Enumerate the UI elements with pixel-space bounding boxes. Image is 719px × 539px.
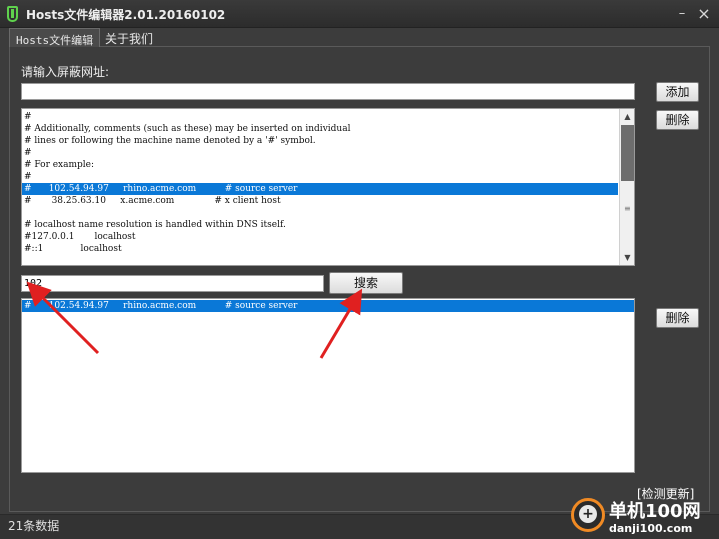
hosts-line[interactable]: # For example: — [22, 159, 618, 171]
hosts-lines: # # Additionally, comments (such as these… — [22, 111, 618, 255]
close-button[interactable]: × — [694, 4, 714, 24]
scroll-thumb[interactable] — [621, 125, 634, 181]
scroll-down-icon[interactable]: ▼ — [620, 250, 634, 265]
url-input[interactable] — [21, 83, 635, 100]
search-input[interactable]: 102 — [21, 275, 324, 292]
hosts-line[interactable]: # 38.25.63.10 x.acme.com # x client host — [22, 195, 618, 207]
tab-hosts-edit[interactable]: Hosts文件编辑 — [9, 28, 101, 47]
app-icon — [7, 6, 18, 22]
hosts-line[interactable]: # Additionally, comments (such as these)… — [22, 123, 618, 135]
scroll-grip-icon: ≡ — [624, 204, 631, 213]
hosts-scrollbar[interactable]: ▲ ≡ ▼ — [619, 109, 634, 265]
scroll-up-icon[interactable]: ▲ — [620, 109, 634, 124]
hosts-line[interactable] — [22, 207, 618, 219]
hosts-line[interactable]: # — [22, 111, 618, 123]
hosts-line[interactable]: # localhost name resolution is handled w… — [22, 219, 618, 231]
tab-about-us[interactable]: 关于我们 — [99, 28, 159, 47]
hosts-line[interactable]: # — [22, 147, 618, 159]
result-lines: # 102.54.94.97 rhino.acme.com # source s… — [22, 300, 634, 312]
hosts-line[interactable]: # — [22, 171, 618, 183]
delete-button[interactable]: 删除 — [656, 110, 699, 130]
hosts-line[interactable]: #::1 localhost — [22, 243, 618, 255]
search-results-list[interactable]: # 102.54.94.97 rhino.acme.com # source s… — [21, 298, 635, 473]
watermark-plus-icon: + — [579, 505, 597, 523]
add-button[interactable]: 添加 — [656, 82, 699, 102]
hosts-line[interactable]: # lines or following the machine name de… — [22, 135, 618, 147]
selected-hosts-line[interactable]: # 102.54.94.97 rhino.acme.com # source s… — [22, 183, 618, 195]
title-bar: Hosts文件编辑器2.01.20160102 – × — [0, 0, 719, 28]
minimize-button[interactable]: – — [672, 4, 692, 24]
window-title: Hosts文件编辑器2.01.20160102 — [26, 8, 226, 22]
delete-result-button[interactable]: 删除 — [656, 308, 699, 328]
url-label: 请输入屏蔽网址: — [21, 65, 110, 79]
hosts-text-area[interactable]: # # Additionally, comments (such as these… — [21, 108, 635, 266]
watermark-url: danji100.com — [609, 522, 693, 535]
selected-hosts-line[interactable]: # 102.54.94.97 rhino.acme.com # source s… — [22, 300, 634, 312]
hosts-line[interactable]: #127.0.0.1 localhost — [22, 231, 618, 243]
status-count: 21条数据 — [8, 519, 60, 533]
watermark-name: 单机100网 — [609, 501, 701, 522]
search-button[interactable]: 搜索 — [329, 272, 403, 294]
